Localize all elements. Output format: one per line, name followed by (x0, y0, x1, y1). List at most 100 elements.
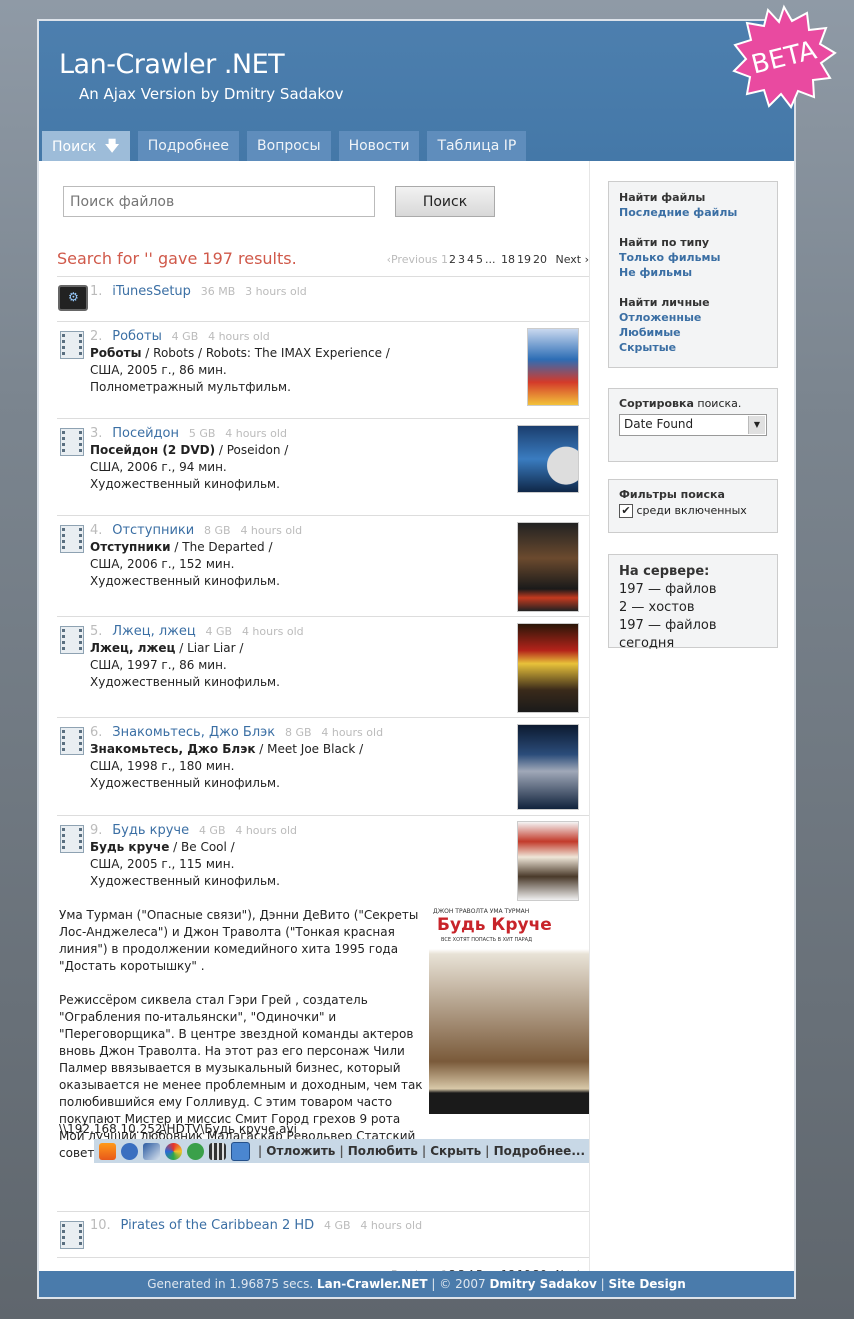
film-icon (60, 331, 84, 359)
item-age: 4 hours old (321, 726, 384, 739)
item-number: 2. (90, 329, 103, 344)
item-age: 4 hours old (240, 524, 303, 537)
film-icon (60, 727, 84, 755)
item-title-link[interactable]: Лжец, лжец (112, 624, 195, 639)
tab-details[interactable]: Подробнее (137, 131, 240, 161)
included-checkbox[interactable]: ✔ (619, 504, 633, 518)
link-recent-files[interactable]: Последние файлы (619, 205, 767, 220)
pager-prev[interactable]: ‹Previous (387, 253, 438, 266)
pager-page[interactable]: 19 (517, 253, 531, 266)
list-item: 4. Отступники 8 GB 4 hours old Отступник… (57, 516, 589, 616)
item-number: 1. (90, 284, 103, 299)
item-number: 6. (90, 725, 103, 740)
footer-author-link[interactable]: Dmitry Sadakov (489, 1277, 596, 1291)
hide-link[interactable]: Скрыть (430, 1144, 481, 1158)
tab-search[interactable]: Поиск 🡇 (42, 131, 130, 161)
poster-tagline: ВСЕ ХОТЯТ ПОПАСТЬ В ХИТ ПАРАД (441, 937, 532, 943)
details-link[interactable]: Подробнее... (494, 1144, 585, 1158)
item-title-link[interactable]: Будь круче (112, 823, 189, 838)
sort-select-value: Date Found (624, 417, 694, 431)
footer-brand-link[interactable]: Lan-Crawler.NET (317, 1277, 428, 1291)
item-size: 5 GB (188, 427, 216, 440)
item-size: 36 MB (200, 285, 236, 298)
film-icon (60, 428, 84, 456)
clapperboard-icon[interactable] (208, 1142, 226, 1160)
tab-faq[interactable]: Вопросы (247, 131, 331, 161)
file-path[interactable]: \\192.168.10.252\HDTV\Будь круче.avi (59, 1122, 297, 1136)
item-size: 4 GB (205, 625, 233, 638)
list-item: ⚙ 1. iTunesSetup 36 MB 3 hours old (57, 277, 589, 321)
item-size: 8 GB (204, 524, 231, 537)
item-description: Режиссёром сиквела стал Гэри Грей , созд… (59, 993, 423, 1160)
favorite-link[interactable]: Полюбить (348, 1144, 418, 1158)
item-genre: Художественный кинофильм. (90, 574, 280, 588)
poster-thumbnail[interactable] (517, 522, 579, 612)
film-icon (60, 525, 84, 553)
poster-large[interactable]: ДЖОН ТРАВОЛТА УМА ТУРМАН Будь Круче ВСЕ … (429, 904, 589, 1114)
item-ru-title: Роботы (90, 346, 142, 360)
item-title-link[interactable]: Посейдон (112, 426, 179, 441)
item-genre: Полнометражный мультфильм. (90, 380, 291, 394)
search-button[interactable]: Поиск (395, 186, 495, 217)
item-action-toolbar: | Отложить | Полюбить | Скрыть | Подробнее.… (94, 1139, 589, 1163)
item-info: США, 2005 г., 115 мин. (90, 857, 235, 871)
poster-thumbnail[interactable] (517, 425, 579, 493)
list-item: 3. Посейдон 5 GB 4 hours old Посейдон (2… (57, 419, 589, 515)
item-size: 4 GB (323, 1219, 351, 1232)
pager-page[interactable]: 4 (467, 253, 474, 266)
windows-media-icon[interactable] (230, 1141, 250, 1161)
link-favorites[interactable]: Любимые (619, 325, 767, 340)
poster-thumbnail[interactable] (517, 821, 579, 901)
postpone-link[interactable]: Отложить (266, 1144, 335, 1158)
poster-title: Будь Круче (437, 915, 552, 935)
bs-player-icon[interactable] (120, 1142, 138, 1160)
tab-ip-table[interactable]: Таблица IP (427, 131, 527, 161)
vlc-icon[interactable] (99, 1142, 116, 1160)
item-info: США, 2006 г., 94 мин. (90, 460, 227, 474)
film-icon (60, 825, 84, 853)
poster-thumbnail[interactable] (517, 724, 579, 810)
site-title[interactable]: Lan-Crawler .NET (59, 49, 285, 80)
film-icon (60, 626, 84, 654)
list-item: 5. Лжец, лжец 4 GB 4 hours old Лжец, лже… (57, 617, 589, 717)
item-title-link[interactable]: iTunesSetup (112, 284, 191, 299)
arrow-down-icon: 🡇 (104, 137, 120, 155)
link-not-movies[interactable]: Не фильмы (619, 265, 767, 280)
sort-heading: Сортировка (619, 397, 694, 410)
item-ru-title: Будь круче (90, 840, 170, 854)
item-ru-title: Посейдон (2 DVD) (90, 443, 216, 457)
pager-page[interactable]: 18 (501, 253, 515, 266)
footer-design-link[interactable]: Site Design (609, 1277, 686, 1291)
item-genre: Художественный кинофильм. (90, 776, 280, 790)
list-item-expanded: 9. Будь круче 4 GB 4 hours old Будь круч… (57, 816, 589, 1211)
link-hidden[interactable]: Скрытые (619, 340, 767, 355)
sort-select[interactable]: Date Found ▼ (619, 414, 767, 436)
item-title-link[interactable]: Знакомьтесь, Джо Блэк (112, 725, 275, 740)
item-title-link[interactable]: Отступники (112, 523, 194, 538)
link-only-movies[interactable]: Только фильмы (619, 250, 767, 265)
search-input[interactable] (63, 186, 375, 217)
winamp-icon[interactable] (164, 1142, 182, 1160)
item-info: США, 2006 г., 152 мин. (90, 557, 235, 571)
item-age: 4 hours old (225, 427, 287, 440)
pager-page[interactable]: 20 (533, 253, 547, 266)
item-title-link[interactable]: Pirates of the Caribbean 2 HD (121, 1218, 315, 1233)
footer-copyright: | © 2007 (427, 1277, 490, 1291)
pager-page[interactable]: 5 (476, 253, 483, 266)
pager-page[interactable]: 2 (449, 253, 456, 266)
item-title-link[interactable]: Роботы (112, 329, 162, 344)
tab-news[interactable]: Новости (338, 131, 420, 161)
poster-credits: ДЖОН ТРАВОЛТА УМА ТУРМАН (433, 908, 530, 915)
poster-thumbnail[interactable] (517, 623, 579, 713)
poster-thumbnail[interactable] (527, 328, 579, 406)
media-player-icon[interactable] (142, 1142, 160, 1160)
result-count-message: Search for '' gave 197 results. (57, 249, 297, 268)
link-postponed[interactable]: Отложенные (619, 310, 767, 325)
server-hosts-count: 2 — хостов (619, 600, 695, 615)
item-info: США, 1998 г., 180 мин. (90, 759, 235, 773)
sidebar-heading: Найти файлы (619, 191, 706, 204)
item-age: 4 hours old (235, 824, 298, 837)
play-icon[interactable] (186, 1142, 204, 1160)
pager-page[interactable]: 3 (458, 253, 465, 266)
pager-next[interactable]: Next › (555, 253, 589, 266)
